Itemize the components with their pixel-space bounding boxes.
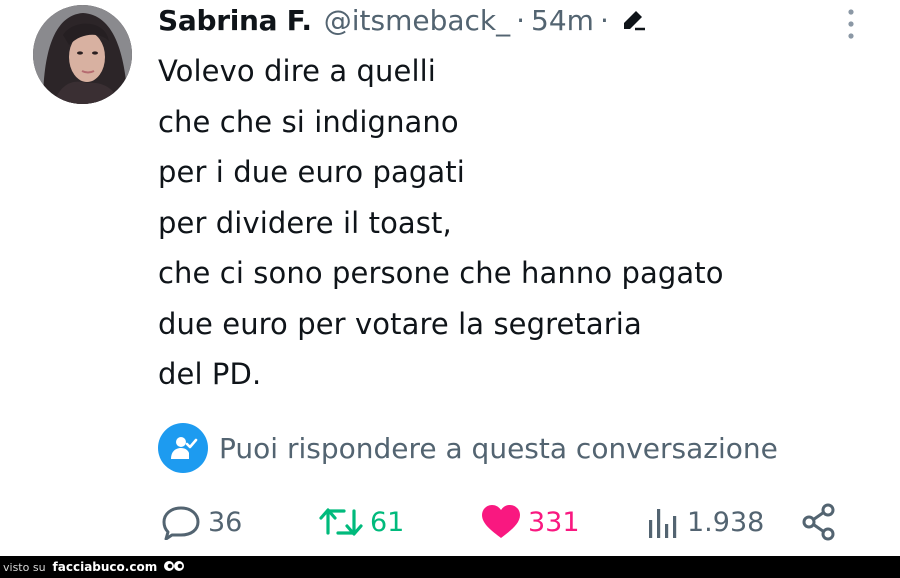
- views-button[interactable]: 1.938: [645, 496, 764, 548]
- views-count: 1.938: [687, 506, 765, 538]
- tweet-text: Volevo dire a quelli che che si indignan…: [158, 46, 858, 400]
- share-button[interactable]: [801, 496, 839, 548]
- author-name[interactable]: Sabrina F.: [158, 4, 312, 37]
- separator-dot: ·: [599, 3, 609, 37]
- edit-icon[interactable]: [621, 7, 647, 33]
- more-icon[interactable]: [842, 8, 860, 40]
- timestamp[interactable]: 54m: [531, 4, 594, 37]
- share-icon: [802, 503, 835, 541]
- tweet-text-line: due euro per votare la segretaria: [158, 306, 642, 341]
- author-handle[interactable]: @itsmeback_: [324, 4, 510, 37]
- like-button[interactable]: 331: [480, 496, 580, 548]
- tweet: Sabrina F. @itsmeback_ · 54m · Volevo di…: [0, 0, 900, 556]
- watermark-bar: visto su facciabuco.com: [0, 556, 900, 578]
- like-icon: [482, 505, 520, 538]
- separator-dot: ·: [516, 3, 526, 37]
- tweet-text-line: per dividere il toast,: [158, 205, 452, 240]
- like-count: 331: [528, 506, 580, 538]
- tweet-text-line: che ci sono persone che hanno pagato: [158, 256, 724, 290]
- reply-permission-text: Puoi rispondere a questa conversazione: [219, 431, 778, 465]
- retweet-button[interactable]: 61: [318, 496, 404, 548]
- tweet-text-line: Volevo dire a quelli: [158, 54, 436, 88]
- reply-button[interactable]: 36: [160, 496, 242, 548]
- reply-icon: [162, 506, 200, 540]
- tweet-text-line: per i due euro pagati: [158, 155, 465, 189]
- tweet-header: Sabrina F. @itsmeback_ · 54m ·: [158, 0, 647, 40]
- reply-permission-note: Puoi rispondere a questa conversazione: [158, 422, 778, 474]
- tweet-text-line: che che si indignano: [158, 104, 459, 139]
- action-bar: 36 61 331 1.938: [158, 496, 848, 548]
- reply-permission-icon: [158, 423, 208, 473]
- watermark-site[interactable]: facciabuco.com: [53, 560, 158, 574]
- tweet-text-line: del PD.: [158, 357, 262, 391]
- reply-count: 36: [208, 506, 243, 538]
- eyes-icon: [163, 560, 185, 574]
- retweet-count: 61: [370, 506, 405, 538]
- avatar[interactable]: [33, 5, 132, 104]
- retweet-icon: [319, 508, 363, 536]
- views-icon: [649, 509, 677, 538]
- watermark-prefix: visto su: [3, 560, 46, 574]
